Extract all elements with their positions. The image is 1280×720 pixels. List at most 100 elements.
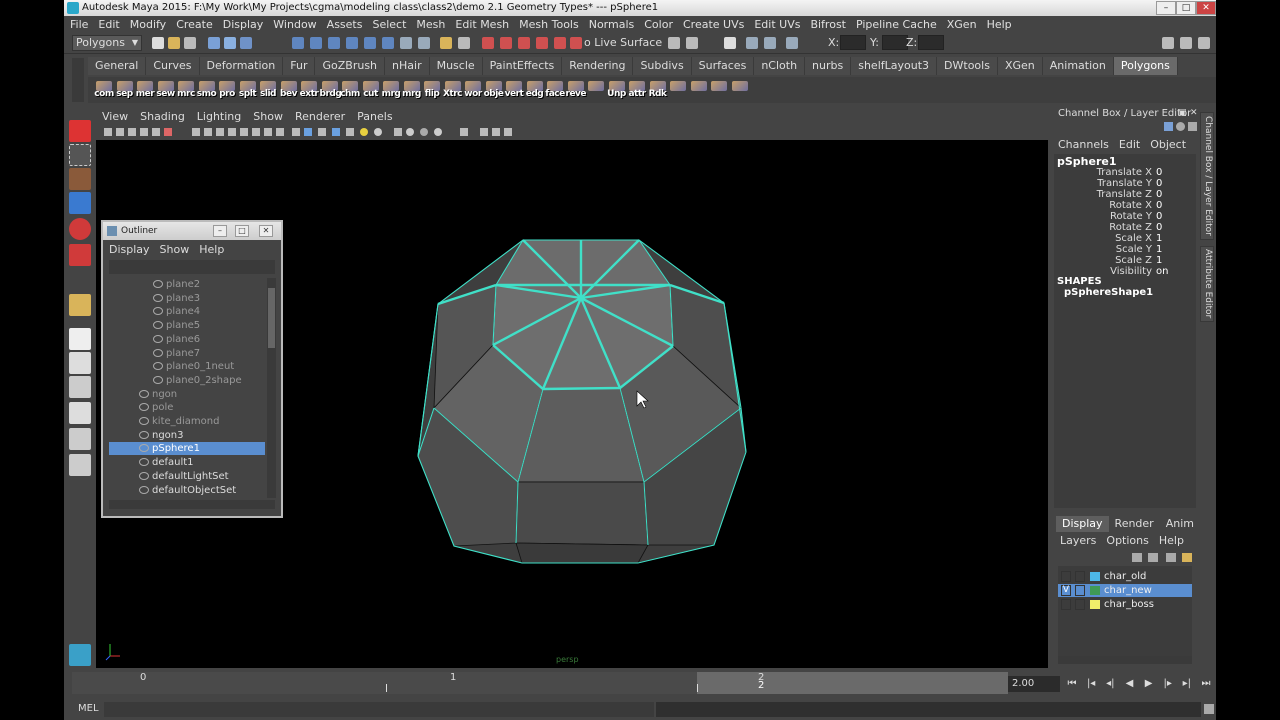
layer-visibility-toggle[interactable] [1061, 571, 1071, 582]
channel-box-menu-edit[interactable]: Edit [1119, 138, 1140, 152]
menu-edit-uvs[interactable]: Edit UVs [754, 18, 800, 31]
hypershade-icon[interactable] [536, 37, 548, 49]
live-surface-label[interactable]: o Live Surface [584, 36, 662, 49]
outliner-row[interactable]: pole [109, 401, 265, 414]
layer-color-swatch[interactable] [1090, 586, 1100, 595]
menu-edit[interactable]: Edit [98, 18, 119, 31]
select-tool-icon[interactable] [69, 120, 91, 142]
scale-tool-icon[interactable] [69, 244, 91, 266]
layer-tab-render[interactable]: Render [1109, 516, 1160, 532]
outliner-layout-icon[interactable] [69, 376, 91, 398]
shelf-button-4[interactable]: mrc [176, 79, 196, 101]
layout-icon[interactable] [686, 37, 698, 49]
menu-window[interactable]: Window [273, 18, 316, 31]
outliner-close-button[interactable]: ✕ [259, 225, 273, 237]
modeling-toolkit-icon[interactable] [1162, 37, 1174, 49]
shelf-button-3[interactable]: sew [156, 79, 176, 101]
shelf-tab-rendering[interactable]: Rendering [562, 57, 634, 75]
ipr-render-icon[interactable] [500, 37, 512, 49]
layer-playback-toggle[interactable] [1075, 585, 1085, 596]
shelf-button-17[interactable]: Xtrc [443, 79, 463, 101]
shelf-tab-nhair[interactable]: nHair [385, 57, 430, 75]
shelf-button-14[interactable]: mrg [381, 79, 401, 101]
step-forward-key-icon[interactable]: ▸| [1179, 676, 1195, 692]
layer-row[interactable]: char_old [1058, 570, 1192, 583]
channel-box-brush-icon[interactable] [1188, 122, 1197, 131]
transform-mode-icon[interactable] [724, 37, 736, 49]
channel-value-field[interactable]: 0 [1154, 178, 1194, 189]
shelf-button-5[interactable]: smo [197, 79, 217, 101]
move-down-layer-icon[interactable] [1182, 553, 1192, 562]
new-layer-icon[interactable] [1132, 553, 1142, 562]
layer-horizontal-scrollbar[interactable] [1058, 656, 1192, 664]
layer-visibility-toggle[interactable]: V [1061, 585, 1071, 596]
y-field[interactable] [882, 35, 908, 50]
attribute-editor-side-tab[interactable]: Attribute Editor [1200, 246, 1214, 322]
shelf-button-0[interactable]: com [94, 79, 114, 101]
absolute-mode-icon[interactable] [764, 37, 776, 49]
go-to-start-icon[interactable]: ⏮ [1064, 676, 1080, 692]
shelf-tab-surfaces[interactable]: Surfaces [691, 57, 755, 75]
layer-playback-toggle[interactable] [1075, 599, 1085, 610]
menu-file[interactable]: File [70, 18, 88, 31]
channel-row-translate-z[interactable]: Translate Z0 [1054, 189, 1194, 200]
layer-tab-anim[interactable]: Anim [1160, 516, 1200, 532]
sidebar-toggle-icon[interactable] [668, 37, 680, 49]
channel-value-field[interactable]: 0 [1154, 211, 1194, 222]
construction-history-icon[interactable] [440, 37, 452, 49]
relative-mode-icon[interactable] [746, 37, 758, 49]
outliner-row[interactable]: pSphere1 [109, 442, 265, 456]
channel-row-translate-x[interactable]: Translate X0 [1054, 167, 1194, 178]
render-frame-icon[interactable] [482, 37, 494, 49]
outliner-row[interactable]: plane4 [109, 305, 265, 318]
layer-color-swatch[interactable] [1090, 600, 1100, 609]
outliner-row[interactable]: kite_diamond [109, 415, 265, 428]
channel-box-side-tab[interactable]: Channel Box / Layer Editor [1200, 112, 1214, 240]
shelf-tab-shelflayout3[interactable]: shelfLayout3 [851, 57, 938, 75]
attribute-editor-icon[interactable] [1180, 37, 1192, 49]
shelf-button-21[interactable]: edg [525, 79, 545, 101]
shelf-button-19[interactable]: obje [484, 79, 504, 101]
menu-mesh-tools[interactable]: Mesh Tools [519, 18, 579, 31]
move-tool-icon[interactable] [69, 192, 91, 214]
shelf-button-10[interactable]: extr [299, 79, 319, 101]
outliner-menu-help[interactable]: Help [199, 243, 224, 256]
snap-point-icon[interactable] [328, 37, 340, 49]
outliner-row[interactable]: plane5 [109, 319, 265, 332]
new-scene-icon[interactable] [152, 37, 164, 49]
layer-color-swatch[interactable] [1090, 572, 1100, 581]
outliner-row[interactable]: ngon [109, 388, 265, 401]
channel-box-menu-channels[interactable]: Channels [1058, 138, 1109, 152]
minimize-button[interactable]: – [1156, 1, 1176, 15]
select-component-icon[interactable] [240, 37, 252, 49]
outliner-row[interactable]: plane7 [109, 347, 265, 360]
channel-value-field[interactable]: 0 [1154, 189, 1194, 200]
open-scene-icon[interactable] [168, 37, 180, 49]
save-scene-icon[interactable] [184, 37, 196, 49]
shelf-tab-deformation[interactable]: Deformation [199, 57, 284, 75]
menu-mesh[interactable]: Mesh [416, 18, 445, 31]
render-view-icon[interactable] [554, 37, 566, 49]
shelf-tab-xgen[interactable]: XGen [997, 57, 1043, 75]
outliner-row[interactable]: defaultObjectSet [109, 484, 265, 497]
snap-surface-icon[interactable] [364, 37, 376, 49]
channel-box-settings-icon[interactable] [1176, 122, 1185, 131]
viewport-toolbar-icons[interactable] [96, 124, 526, 140]
four-view-layout-icon[interactable] [69, 352, 91, 374]
snap-curve-icon[interactable] [310, 37, 322, 49]
persp-graph-layout-icon[interactable] [69, 402, 91, 424]
mel-label[interactable]: MEL [78, 703, 99, 714]
tool-settings-icon[interactable] [1198, 37, 1210, 49]
go-to-end-icon[interactable]: ⏭ [1198, 676, 1214, 692]
channel-value-field[interactable]: on [1154, 266, 1194, 277]
viewport-menu-show[interactable]: Show [253, 110, 283, 123]
shelf-tab-ncloth[interactable]: nCloth [754, 57, 806, 75]
layer-row[interactable]: char_boss [1058, 598, 1192, 611]
new-layer-selected-icon[interactable] [1148, 553, 1158, 562]
step-back-frame-icon[interactable]: ◂| [1102, 676, 1118, 692]
outliner-menu-display[interactable]: Display [109, 243, 150, 256]
outliner-row[interactable]: plane6 [109, 333, 265, 346]
menu-color[interactable]: Color [644, 18, 673, 31]
outliner-row[interactable]: defaultLightSet [109, 470, 265, 483]
playback-end-field[interactable]: 2.00 [1008, 676, 1060, 692]
